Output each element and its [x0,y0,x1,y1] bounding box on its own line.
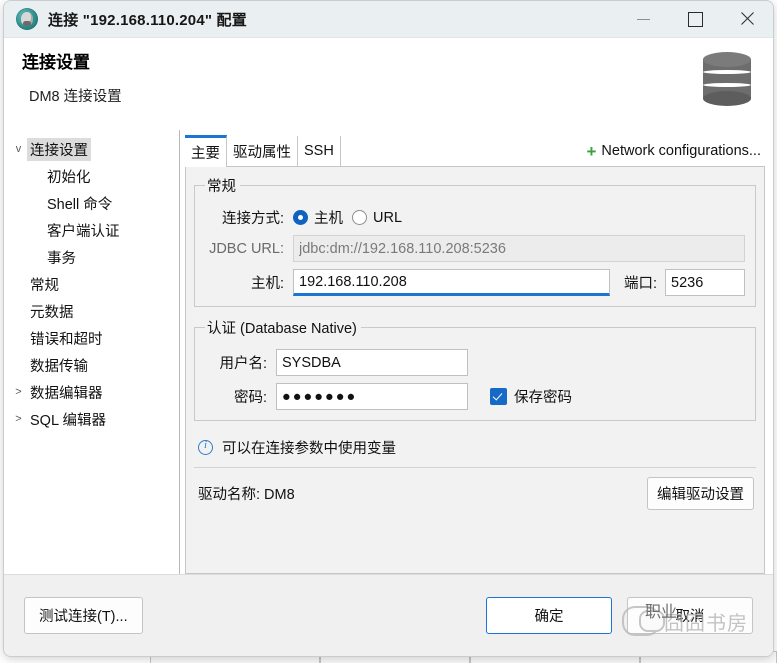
tab-driver-properties[interactable]: 驱动属性 [227,136,298,166]
tab-label: 驱动属性 [233,144,291,161]
username-label: 用户名: [219,356,267,372]
database-icon-separator [703,70,751,74]
chevron-right-icon[interactable]: > [10,387,27,398]
host-port-row: 主机: 端口: [205,269,745,296]
network-configurations-label: Network configurations... [601,143,761,159]
host-label: 主机: [250,276,284,292]
save-password-label: 保存密码 [514,390,572,406]
chevron-right-icon[interactable]: > [10,414,27,425]
dbeaver-beaver-icon [16,8,38,30]
test-connection-button[interactable]: 测试连接(T)... [24,597,143,634]
authentication-group: 认证 (Database Native) 用户名: 密码: 保存密码 [194,317,756,421]
window-controls [617,1,773,37]
sidebar-item-label: 数据编辑器 [30,386,103,402]
close-button[interactable] [721,1,773,37]
tab-label: SSH [304,143,334,159]
tab-bar: 主要 驱动属性 SSH + Network configurations... [185,135,765,167]
sidebar-item-label: 常规 [30,278,59,294]
minimize-icon [636,18,650,20]
checkmark-icon [490,388,507,405]
page-subtitle: DM8 连接设置 [29,89,122,105]
driver-name-label: 驱动名称: DM8 [198,487,295,503]
password-label: 密码: [233,390,267,406]
footer-actions: 确定 取消 [486,597,753,634]
sidebar-item-metadata[interactable]: 元数据 [4,298,179,325]
sidebar-item-initialization[interactable]: 初始化 [4,163,179,190]
settings-pane: 主要 驱动属性 SSH + Network configurations... … [180,130,773,574]
radio-url-label: URL [373,209,403,226]
database-icon [703,52,751,106]
dialog-footer: 测试连接(T)... 确定 取消 囧囧书房 职业 [4,574,773,656]
jdbc-url-row: JDBC URL: [205,235,745,262]
password-row: 密码: 保存密码 [205,383,745,410]
maximize-icon [687,11,703,27]
host-input[interactable] [293,269,610,296]
radio-host-indicator [293,210,308,225]
sidebar-item-sql-editor[interactable]: > SQL 编辑器 [4,406,179,433]
connection-settings-dialog: 连接 "192.168.110.204" 配置 连接设置 DM8 连接设置 v … [3,0,774,657]
username-row: 用户名: [205,349,745,376]
connect-by-row: 连接方式: 主机 URL [205,207,745,228]
radio-host-label: 主机 [314,211,343,227]
page-title: 连接设置 [22,53,90,72]
dialog-body: v 连接设置 初始化 Shell 命令 客户端认证 事务 常规 元数据 错误和超… [4,130,773,574]
password-input[interactable] [276,383,468,410]
sidebar-item-data-editor[interactable]: > 数据编辑器 [4,379,179,406]
maximize-button[interactable] [669,1,721,37]
sidebar-item-label: 数据传输 [30,359,88,375]
sidebar-item-connection-settings[interactable]: v 连接设置 [4,136,179,163]
sidebar-item-shell-commands[interactable]: Shell 命令 [4,190,179,217]
sidebar-item-data-transfer[interactable]: 数据传输 [4,352,179,379]
database-icon-bottom [703,91,751,106]
sidebar-item-general[interactable]: 常规 [4,271,179,298]
cancel-button[interactable]: 取消 [627,597,753,634]
dialog-header: 连接设置 DM8 连接设置 [4,38,773,130]
radio-host[interactable]: 主机 [293,207,343,228]
save-password-checkbox[interactable]: 保存密码 [490,386,572,407]
network-configurations-link[interactable]: + Network configurations... [586,136,765,166]
plus-icon: + [586,141,597,161]
sidebar-item-label: 初始化 [47,170,91,186]
sidebar-item-label: 客户端认证 [47,224,120,240]
sidebar-item-client-auth[interactable]: 客户端认证 [4,217,179,244]
tab-spacer [341,136,587,166]
info-circle-icon [198,439,213,455]
connect-by-label: 连接方式: [221,211,284,227]
jdbc-url-label: JDBC URL: [209,240,284,257]
authentication-group-legend: 认证 (Database Native) [207,321,357,337]
window-title: 连接 "192.168.110.204" 配置 [48,11,247,29]
radio-url-indicator [352,210,367,225]
sidebar-item-errors-timeouts[interactable]: 错误和超时 [4,325,179,352]
title-bar: 连接 "192.168.110.204" 配置 [4,1,773,38]
sidebar-item-label: 元数据 [30,305,74,321]
ok-button[interactable]: 确定 [486,597,612,634]
username-input[interactable] [276,349,468,376]
minimize-button[interactable] [617,1,669,37]
tab-label: 主要 [191,145,220,162]
database-icon-separator [703,83,751,87]
driver-row: 驱动名称: DM8 编辑驱动设置 [194,468,756,512]
jdbc-url-input[interactable] [293,235,745,262]
sidebar-item-label: SQL 编辑器 [30,413,107,429]
port-input[interactable] [665,269,745,296]
sidebar-item-label: 事务 [47,251,76,267]
main-tab-panel: 常规 连接方式: 主机 URL JDBC URL: jdbc:dm://192.… [185,167,765,574]
sidebar-item-transactions[interactable]: 事务 [4,244,179,271]
tab-ssh[interactable]: SSH [298,136,341,166]
radio-url[interactable]: URL [352,210,402,226]
close-icon [739,11,755,27]
variables-hint-text: 可以在连接参数中使用变量 [222,441,396,457]
general-group-legend: 常规 [207,179,236,195]
variables-hint-row: 可以在连接参数中使用变量 [194,431,756,468]
settings-tree: v 连接设置 初始化 Shell 命令 客户端认证 事务 常规 元数据 错误和超… [4,130,180,574]
tab-main[interactable]: 主要 [185,135,227,167]
sidebar-item-label: 错误和超时 [30,332,103,348]
chevron-down-icon[interactable]: v [10,144,27,155]
sidebar-item-label: 连接设置 [27,138,91,161]
sidebar-item-label: Shell 命令 [47,197,113,213]
database-icon-cap [703,52,751,67]
edit-driver-settings-button[interactable]: 编辑驱动设置 [647,477,754,510]
general-group: 常规 连接方式: 主机 URL JDBC URL: jdbc:dm://192.… [194,175,756,307]
port-label: 端口: [623,276,657,292]
